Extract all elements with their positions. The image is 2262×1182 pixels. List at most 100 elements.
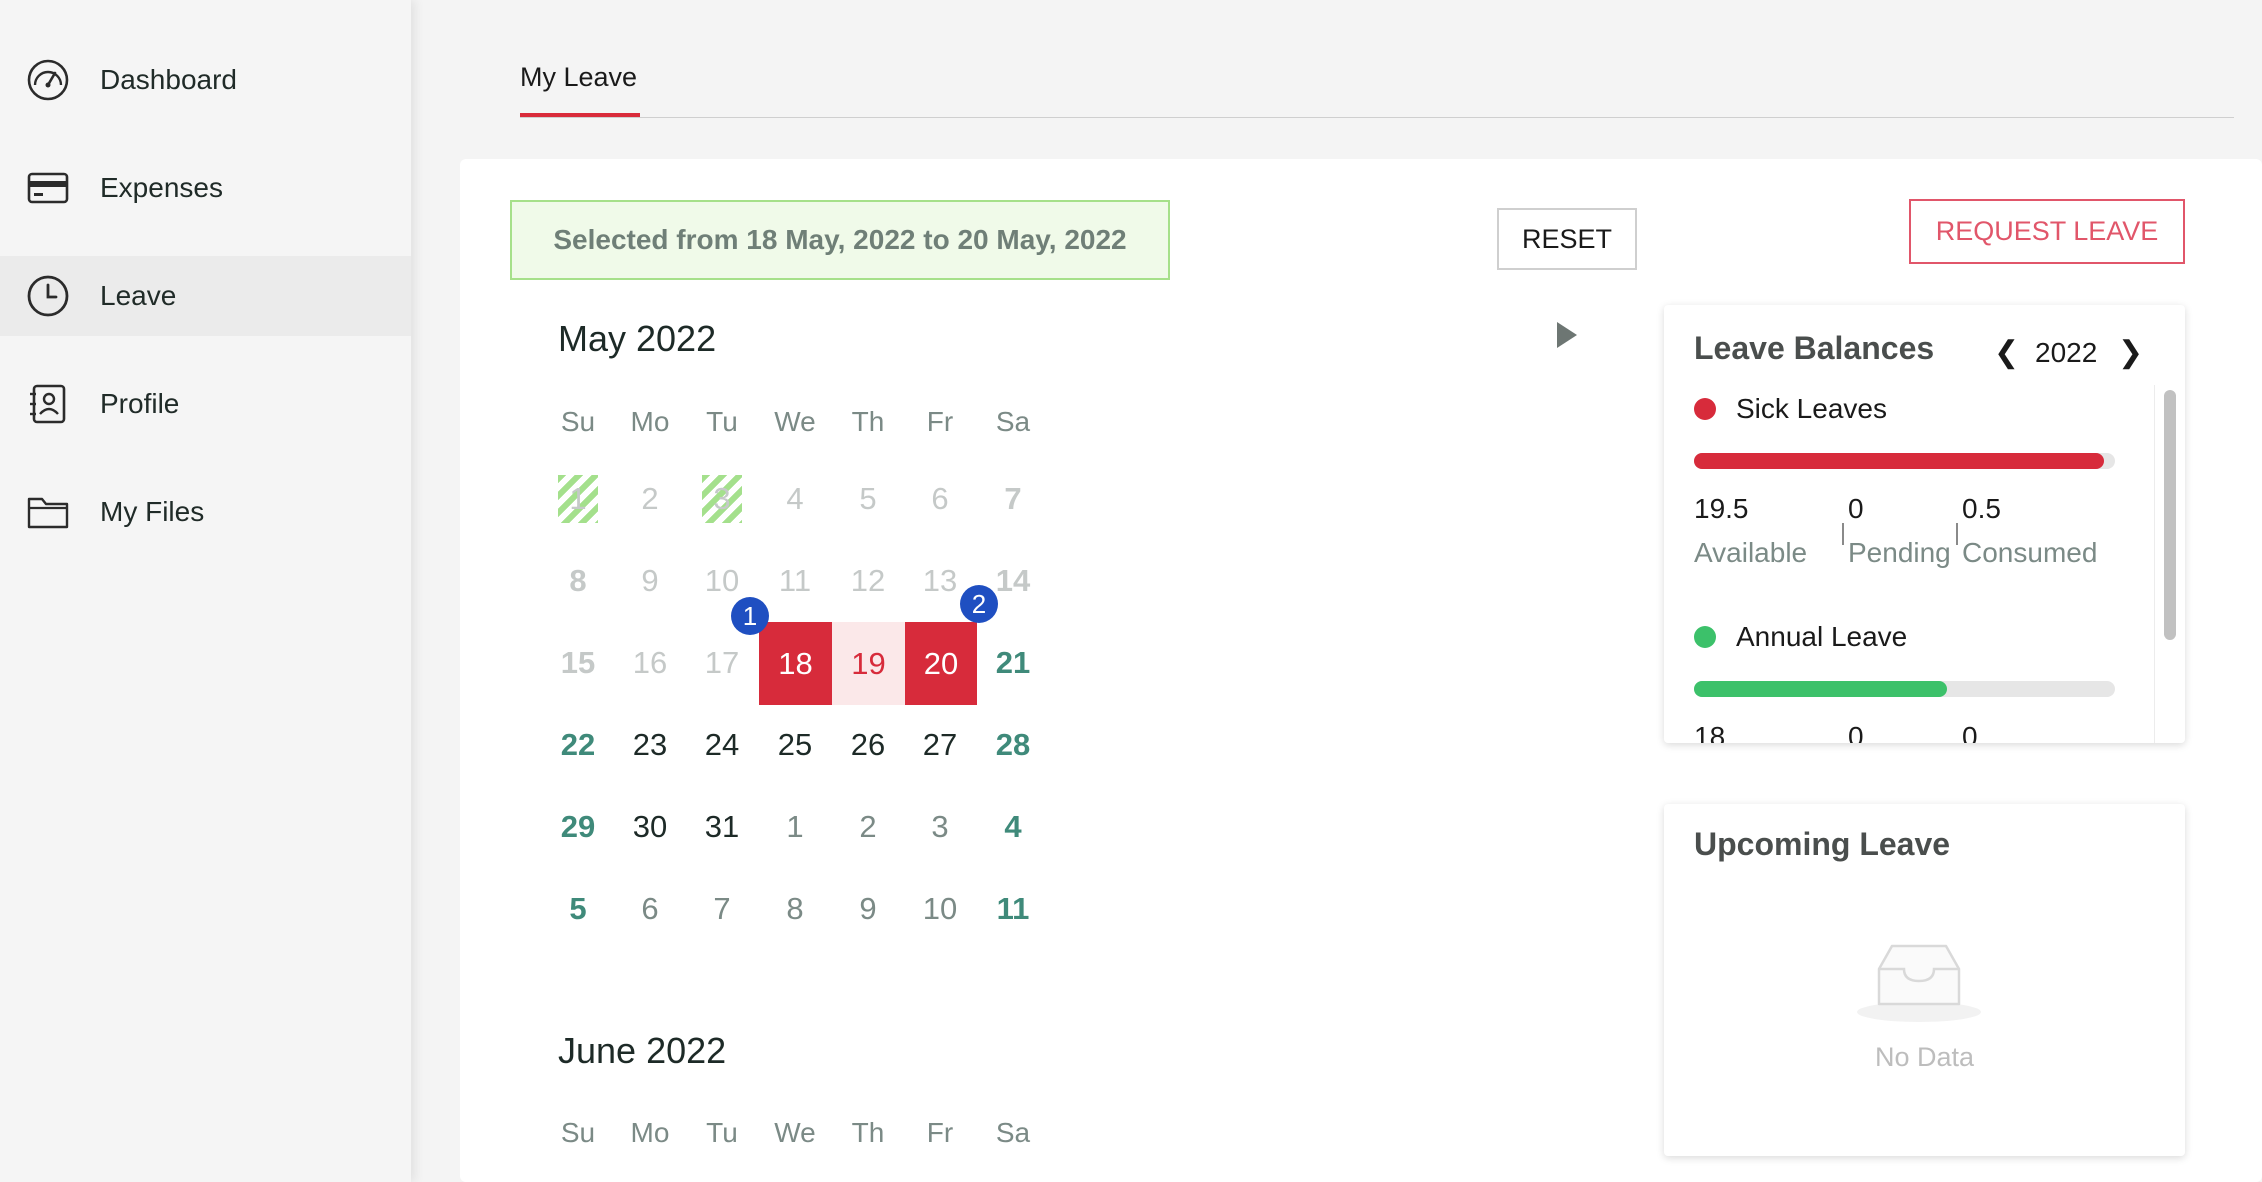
- calendar-day[interactable]: 15: [542, 627, 614, 699]
- sick-leave-progress: [1694, 453, 2115, 469]
- weekday-label: Mo: [630, 406, 670, 437]
- calendar-day[interactable]: 16: [614, 627, 686, 699]
- month-title-june: June 2022: [558, 1030, 727, 1071]
- annual-leave-progress: [1694, 681, 2115, 697]
- annual-available-value: 18: [1694, 721, 1726, 743]
- sidebar-item-label: Expenses: [100, 172, 223, 203]
- year-label: 2022: [2035, 337, 2098, 368]
- upcoming-leave-panel: Upcoming Leave No Data: [1664, 804, 2185, 1156]
- request-leave-button[interactable]: REQUEST LEAVE: [1909, 199, 2185, 264]
- annual-pending-value: 0: [1848, 721, 1864, 743]
- tab-divider: [520, 117, 2234, 118]
- calendar-day[interactable]: 4: [977, 791, 1049, 863]
- weekday-label: Fr: [926, 406, 954, 437]
- calendar-day[interactable]: 5: [832, 463, 904, 535]
- leave-type-sick: Sick Leaves: [1694, 393, 1887, 425]
- calendar-day[interactable]: 27: [904, 709, 976, 781]
- calendar-day[interactable]: 26: [832, 709, 904, 781]
- calendar-day[interactable]: 5: [542, 873, 614, 945]
- folder-icon: [27, 497, 69, 529]
- credit-card-icon: [27, 172, 69, 204]
- leave-balances-panel: Leave Balances ❮ 2022 ❯ Sick Leaves 19.5…: [1664, 305, 2185, 743]
- leave-balances-title: Leave Balances: [1694, 330, 1935, 366]
- tab-my-leave[interactable]: My Leave: [520, 62, 637, 93]
- selected-range-banner: Selected from 18 May, 2022 to 20 May, 20…: [510, 200, 1170, 280]
- calendar-day[interactable]: 17: [686, 627, 758, 699]
- range-start-badge: 1: [731, 597, 769, 635]
- weekday-label: Sa: [995, 406, 1031, 437]
- calendar-day[interactable]: 31: [686, 791, 758, 863]
- sidebar-item-label: Dashboard: [100, 64, 237, 95]
- weekday-label: Th: [851, 406, 885, 437]
- sidebar-item-dashboard[interactable]: Dashboard: [0, 40, 411, 120]
- calendar-day[interactable]: 2: [614, 463, 686, 535]
- sidebar: Dashboard Expenses Leave Profile My File…: [0, 0, 411, 1182]
- speedometer-icon: [27, 59, 69, 101]
- clock-icon: [27, 275, 69, 317]
- calendar-day[interactable]: 28: [977, 709, 1049, 781]
- annual-consumed-value: 0: [1962, 721, 1978, 743]
- no-data-text: No Data: [1874, 1042, 1975, 1072]
- calendar-day-in-range[interactable]: 19: [832, 622, 905, 705]
- stat-divider: [1842, 523, 1844, 545]
- weekday-label: Su: [560, 406, 596, 437]
- weekday-label: Tu: [706, 1117, 738, 1148]
- calendar-day[interactable]: 11: [977, 873, 1049, 945]
- calendar-day[interactable]: 6: [904, 463, 976, 535]
- leave-type-name: Annual Leave: [1736, 621, 1908, 652]
- calendar-day[interactable]: 7: [686, 873, 758, 945]
- calendar-day[interactable]: 1: [759, 791, 831, 863]
- calendar-day-holiday[interactable]: 3: [702, 475, 742, 523]
- sick-available-value: 19.5: [1694, 493, 1749, 524]
- sidebar-item-label: Leave: [100, 280, 177, 311]
- calendar-day[interactable]: 23: [614, 709, 686, 781]
- month-title-may: May 2022: [558, 318, 717, 359]
- sidebar-item-leave[interactable]: Leave: [0, 256, 411, 336]
- calendar-day[interactable]: 3: [904, 791, 976, 863]
- available-label: Available: [1694, 537, 1808, 568]
- sidebar-item-expenses[interactable]: Expenses: [0, 148, 411, 228]
- scrollbar-thumb[interactable]: [2164, 390, 2176, 640]
- reset-button[interactable]: RESET: [1497, 208, 1637, 270]
- empty-inbox-icon: [1857, 944, 1981, 1022]
- weekday-label: Sa: [995, 1117, 1031, 1148]
- calendar-day[interactable]: 8: [759, 873, 831, 945]
- calendar-day[interactable]: 12: [832, 545, 904, 617]
- balances-scroll-area[interactable]: Sick Leaves 19.5 0 0.5 Available Pending…: [1664, 385, 2185, 743]
- calendar-day[interactable]: 7: [977, 463, 1049, 535]
- weekday-label: Tu: [706, 406, 738, 437]
- calendar-day[interactable]: 4: [759, 463, 831, 535]
- calendar-day-holiday[interactable]: 1: [558, 475, 598, 523]
- pending-label: Pending: [1848, 537, 1951, 568]
- calendar-day[interactable]: 6: [614, 873, 686, 945]
- calendar-day-range-start[interactable]: 18: [759, 622, 832, 705]
- calendar-day[interactable]: 25: [759, 709, 831, 781]
- calendar-day[interactable]: 2: [832, 791, 904, 863]
- calendar-day[interactable]: 9: [614, 545, 686, 617]
- upcoming-leave-title: Upcoming Leave: [1694, 826, 1951, 862]
- weekday-label: We: [774, 406, 816, 437]
- calendar-day[interactable]: 9: [832, 873, 904, 945]
- calendar-day[interactable]: 24: [686, 709, 758, 781]
- calendar-day[interactable]: 10: [904, 873, 976, 945]
- range-end-badge: 2: [960, 585, 998, 623]
- sick-pending-value: 0: [1848, 493, 1864, 524]
- annual-leave-dot-icon: [1694, 626, 1716, 648]
- calendar-day[interactable]: 30: [614, 791, 686, 863]
- consumed-label: Consumed: [1962, 537, 2098, 568]
- calendar-day[interactable]: 29: [542, 791, 614, 863]
- sidebar-item-my-files[interactable]: My Files: [0, 472, 411, 552]
- sidebar-item-label: Profile: [100, 388, 180, 419]
- calendar-day[interactable]: 11: [759, 545, 831, 617]
- sick-consumed-value: 0.5: [1962, 493, 2001, 524]
- chevron-left-icon[interactable]: ❮: [1994, 335, 2019, 370]
- weekday-label: Th: [851, 1117, 885, 1148]
- weekday-label: We: [774, 1117, 816, 1148]
- calendar-day[interactable]: 8: [542, 545, 614, 617]
- calendar-day[interactable]: 22: [542, 709, 614, 781]
- sidebar-item-profile[interactable]: Profile: [0, 364, 411, 444]
- calendar-day-range-end[interactable]: 20: [905, 622, 977, 705]
- calendar-day[interactable]: 21: [977, 627, 1049, 699]
- next-month-arrow-icon[interactable]: [1557, 322, 1577, 348]
- chevron-right-icon[interactable]: ❯: [2118, 335, 2143, 370]
